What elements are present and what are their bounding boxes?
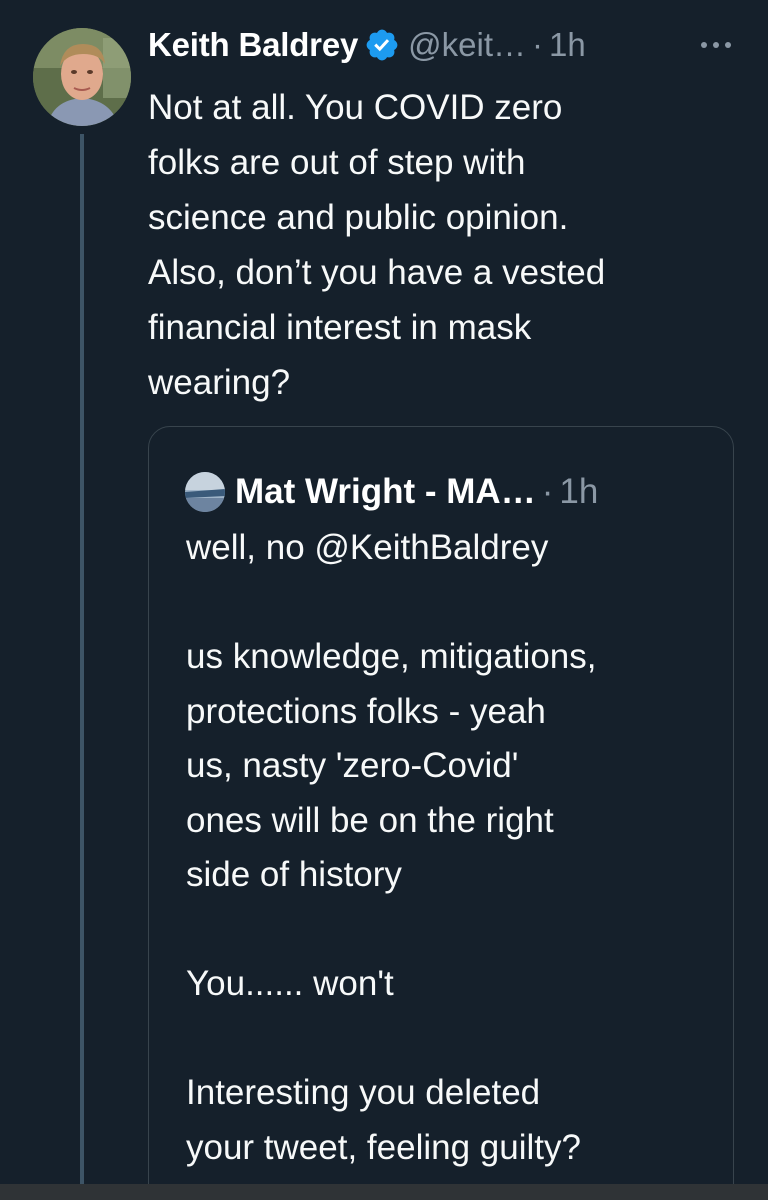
author-name[interactable]: Keith Baldrey xyxy=(148,22,358,68)
tweet-timestamp[interactable]: 1h xyxy=(549,22,586,68)
quoted-author-avatar xyxy=(185,472,225,512)
separator-dot: · xyxy=(541,472,554,511)
more-dots-icon[interactable] xyxy=(696,30,736,60)
verified-badge-icon xyxy=(364,27,400,63)
quoted-tweet-timestamp: 1h xyxy=(559,472,599,511)
quoted-tweet-header: Mat Wright - MA… · 1h xyxy=(185,467,598,517)
thread-line xyxy=(80,134,84,1200)
quoted-tweet[interactable]: Mat Wright - MA… · 1h well, no @KeithBal… xyxy=(148,426,734,1200)
quoted-tweet-text: well, no @KeithBaldrey us knowledge, mit… xyxy=(186,528,597,1167)
author-avatar[interactable] xyxy=(33,28,131,126)
separator-dot: · xyxy=(532,26,543,63)
tweet: Keith Baldrey @keit… · 1h Not at all. Yo… xyxy=(0,0,768,1200)
tweet-header: Keith Baldrey @keit… · 1h xyxy=(148,22,586,68)
author-handle[interactable]: @keit… xyxy=(408,22,526,68)
bottom-divider xyxy=(0,1184,768,1200)
tweet-text: Not at all. You COVID zero folks are out… xyxy=(148,88,606,402)
quoted-author-name[interactable]: Mat Wright - MA… xyxy=(235,472,536,512)
